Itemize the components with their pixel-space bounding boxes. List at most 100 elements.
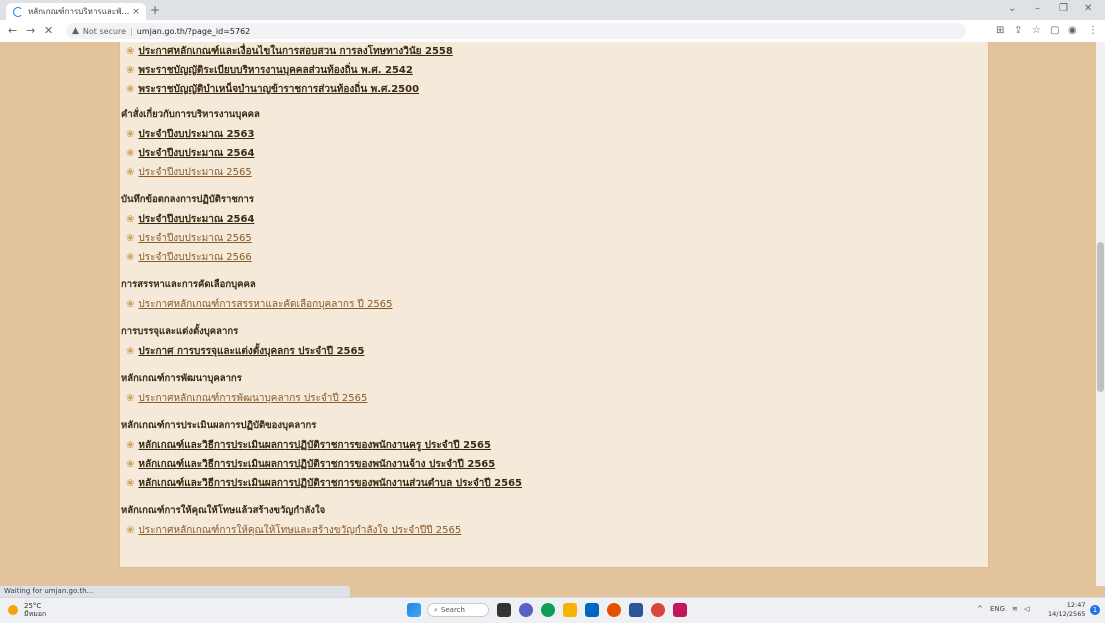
sun-icon (8, 605, 18, 615)
document-link-label[interactable]: ประจำปีงบประมาณ 2565 (138, 231, 251, 246)
tab-search-icon[interactable]: ⌄ (1008, 3, 1016, 14)
document-link[interactable]: ❀ พระราชบัญญัติระเบียบบริหารงานบุคคลส่วนท… (126, 63, 413, 78)
section-heading: การบรรจุและแต่งตั้งบุคลากร (121, 326, 239, 337)
tab-title: หลักเกณฑ์การบริหารและพัฒนาทรัพย (28, 7, 130, 16)
document-link[interactable]: ❀ ประกาศหลักเกณฑ์และเงื่อนไขในการสอบสวน ก… (126, 44, 453, 59)
document-link[interactable]: ❀ ประกาศหลักเกณฑ์การพัฒนาบุคลากร ประจำปี … (126, 391, 367, 406)
tab-close-icon[interactable]: × (130, 7, 142, 17)
document-link[interactable]: ❀ ประจำปีงบประมาณ 2565 (126, 165, 252, 180)
edge-icon[interactable] (541, 603, 555, 617)
document-link-label[interactable]: ประกาศ การบรรจุและแต่งตั้งบุคลกร ประจำปี… (138, 344, 364, 359)
browser-tab[interactable]: หลักเกณฑ์การบริหารและพัฒนาทรัพย × (6, 3, 146, 20)
flower-bullet-icon: ❀ (126, 525, 135, 536)
document-link-label[interactable]: ประกาศหลักเกณฑ์การให้คุณให้โทษและสร้างขว… (138, 523, 461, 538)
tab-strip: หลักเกณฑ์การบริหารและพัฒนาทรัพย × + ⌄ – … (0, 0, 1105, 20)
url-text: umjan.go.th/?page_id=5762 (136, 26, 251, 36)
taskbar-search[interactable]: ⌕ Search (427, 603, 489, 617)
new-tab-button[interactable]: + (150, 3, 160, 17)
flower-bullet-icon: ❀ (126, 440, 135, 451)
flower-bullet-icon: ❀ (126, 459, 135, 470)
flower-bullet-icon: ❀ (126, 46, 135, 57)
profile-icon[interactable]: ◉ (1068, 25, 1077, 36)
scrollbar[interactable] (1096, 42, 1105, 586)
document-link[interactable]: ❀ ประจำปีงบประมาณ 2564 (126, 212, 254, 227)
flower-bullet-icon: ❀ (126, 214, 135, 225)
document-link-label[interactable]: ประจำปีงบประมาณ 2564 (138, 146, 254, 161)
share-icon[interactable]: ⇪ (1014, 25, 1022, 36)
weather-widget[interactable]: 25°C มีหมอก (8, 602, 46, 618)
menu-icon[interactable]: ⋮ (1088, 25, 1098, 36)
address-bar[interactable]: ▲ Not secure | umjan.go.th/?page_id=5762 (66, 23, 966, 39)
address-separator: | (130, 26, 133, 36)
document-link-label[interactable]: ประกาศหลักเกณฑ์การสรรหาและคัดเลือกบุคลาก… (138, 297, 392, 312)
sidebar-icon[interactable]: ▢ (1050, 25, 1059, 36)
document-link[interactable]: ❀ ประกาศ การบรรจุและแต่งตั้งบุคลกร ประจำป… (126, 344, 364, 359)
document-link-label[interactable]: ประจำปีงบประมาณ 2565 (138, 165, 251, 180)
translate-icon[interactable]: ⊞ (996, 25, 1004, 36)
task-view-icon[interactable] (497, 603, 511, 617)
content-panel: ❀ ประกาศหลักเกณฑ์และเงื่อนไขในการสอบสวน ก… (119, 42, 989, 568)
flower-bullet-icon: ❀ (126, 252, 135, 263)
tray-language[interactable]: ENG (990, 605, 1005, 613)
document-link-label[interactable]: ประจำปีงบประมาณ 2563 (138, 127, 254, 142)
chat-icon[interactable] (519, 603, 533, 617)
section-heading: บันทึกข้อตกลงการปฏิบัติราชการ (121, 194, 254, 205)
maximize-button[interactable]: ❐ (1059, 3, 1068, 14)
clock[interactable]: 12:47 14/12/2565 (1048, 601, 1085, 619)
forward-icon[interactable]: → (26, 24, 35, 37)
document-link[interactable]: ❀ ประจำปีงบประมาณ 2563 (126, 127, 254, 142)
document-link[interactable]: ❀ ประกาศหลักเกณฑ์การให้คุณให้โทษและสร้างข… (126, 523, 461, 538)
app-icon[interactable] (673, 603, 687, 617)
search-icon: ⌕ (434, 605, 438, 614)
flower-bullet-icon: ❀ (126, 478, 135, 489)
document-link-label[interactable]: ประจำปีงบประมาณ 2566 (138, 250, 251, 265)
file-explorer-icon[interactable] (563, 603, 577, 617)
close-window-button[interactable]: ✕ (1084, 3, 1092, 14)
warning-icon: ▲ (72, 26, 79, 36)
flower-bullet-icon: ❀ (126, 148, 135, 159)
clock-time: 12:47 (1066, 601, 1086, 609)
document-link-label[interactable]: ประจำปีงบประมาณ 2564 (138, 212, 254, 227)
stop-loading-icon[interactable]: ✕ (44, 24, 53, 37)
windows-start-icon[interactable] (407, 603, 421, 617)
tray-chevron-icon[interactable]: ^ (977, 605, 983, 613)
chrome-icon[interactable] (651, 603, 665, 617)
document-link[interactable]: ❀ หลักเกณฑ์และวิธีการประเมินผลการปฏิบัติร… (126, 457, 495, 472)
back-icon[interactable]: ← (8, 24, 17, 37)
scrollbar-thumb[interactable] (1097, 242, 1104, 392)
flower-bullet-icon: ❀ (126, 167, 135, 178)
clock-date: 14/12/2565 (1048, 610, 1086, 618)
flower-bullet-icon: ❀ (126, 84, 135, 95)
wifi-icon[interactable]: ≋ (1012, 605, 1018, 613)
page-content: ❀ ประกาศหลักเกณฑ์และเงื่อนไขในการสอบสวน ก… (0, 42, 1105, 586)
document-link[interactable]: ❀ หลักเกณฑ์และวิธีการประเมินผลการปฏิบัติร… (126, 438, 491, 453)
document-link-label[interactable]: หลักเกณฑ์และวิธีการประเมินผลการปฏิบัติรา… (138, 438, 491, 453)
notification-badge[interactable]: 1 (1090, 605, 1100, 615)
bookmark-star-icon[interactable]: ☆ (1032, 25, 1041, 36)
word-icon[interactable] (629, 603, 643, 617)
document-link[interactable]: ❀ ประกาศหลักเกณฑ์การสรรหาและคัดเลือกบุคลา… (126, 297, 393, 312)
document-link-label[interactable]: ประกาศหลักเกณฑ์และเงื่อนไขในการสอบสวน กา… (138, 44, 452, 59)
flower-bullet-icon: ❀ (126, 129, 135, 140)
browser-toolbar: ← → ✕ ▲ Not secure | umjan.go.th/?page_i… (0, 20, 1105, 43)
document-link[interactable]: ❀ ประจำปีงบประมาณ 2566 (126, 250, 252, 265)
minimize-button[interactable]: – (1035, 3, 1040, 14)
document-link-label[interactable]: หลักเกณฑ์และวิธีการประเมินผลการปฏิบัติรา… (138, 476, 522, 491)
section-heading: หลักเกณฑ์การให้คุณให้โทษแล้วสร้างขวัญกำล… (121, 505, 326, 516)
document-link-label[interactable]: หลักเกณฑ์และวิธีการประเมินผลการปฏิบัติรา… (138, 457, 495, 472)
firefox-icon[interactable] (607, 603, 621, 617)
document-link[interactable]: ❀ พระราชบัญญัติบำเหน็จบำนาญข้าราชการส่วนท… (126, 82, 419, 97)
document-link[interactable]: ❀ หลักเกณฑ์และวิธีการประเมินผลการปฏิบัติร… (126, 476, 522, 491)
document-link[interactable]: ❀ ประจำปีงบประมาณ 2565 (126, 231, 252, 246)
weather-desc: มีหมอก (24, 610, 47, 618)
document-link-label[interactable]: พระราชบัญญัติบำเหน็จบำนาญข้าราชการส่วนท้… (138, 82, 419, 97)
flower-bullet-icon: ❀ (126, 346, 135, 357)
store-icon[interactable] (585, 603, 599, 617)
section-heading: คำสั่งเกี่ยวกับการบริหารงานบุคคล (121, 109, 260, 120)
windows-taskbar: 25°C มีหมอก ⌕ Search ^ ENG ≋ ◁ 12:47 14/… (0, 597, 1105, 623)
document-link-label[interactable]: ประกาศหลักเกณฑ์การพัฒนาบุคลากร ประจำปี 2… (138, 391, 367, 406)
document-link[interactable]: ❀ ประจำปีงบประมาณ 2564 (126, 146, 254, 161)
volume-icon[interactable]: ◁ (1024, 605, 1029, 613)
section-heading: การสรรหาและการคัดเลือกบุคคล (121, 279, 256, 290)
document-link-label[interactable]: พระราชบัญญัติระเบียบบริหารงานบุคคลส่วนท้… (138, 63, 412, 78)
